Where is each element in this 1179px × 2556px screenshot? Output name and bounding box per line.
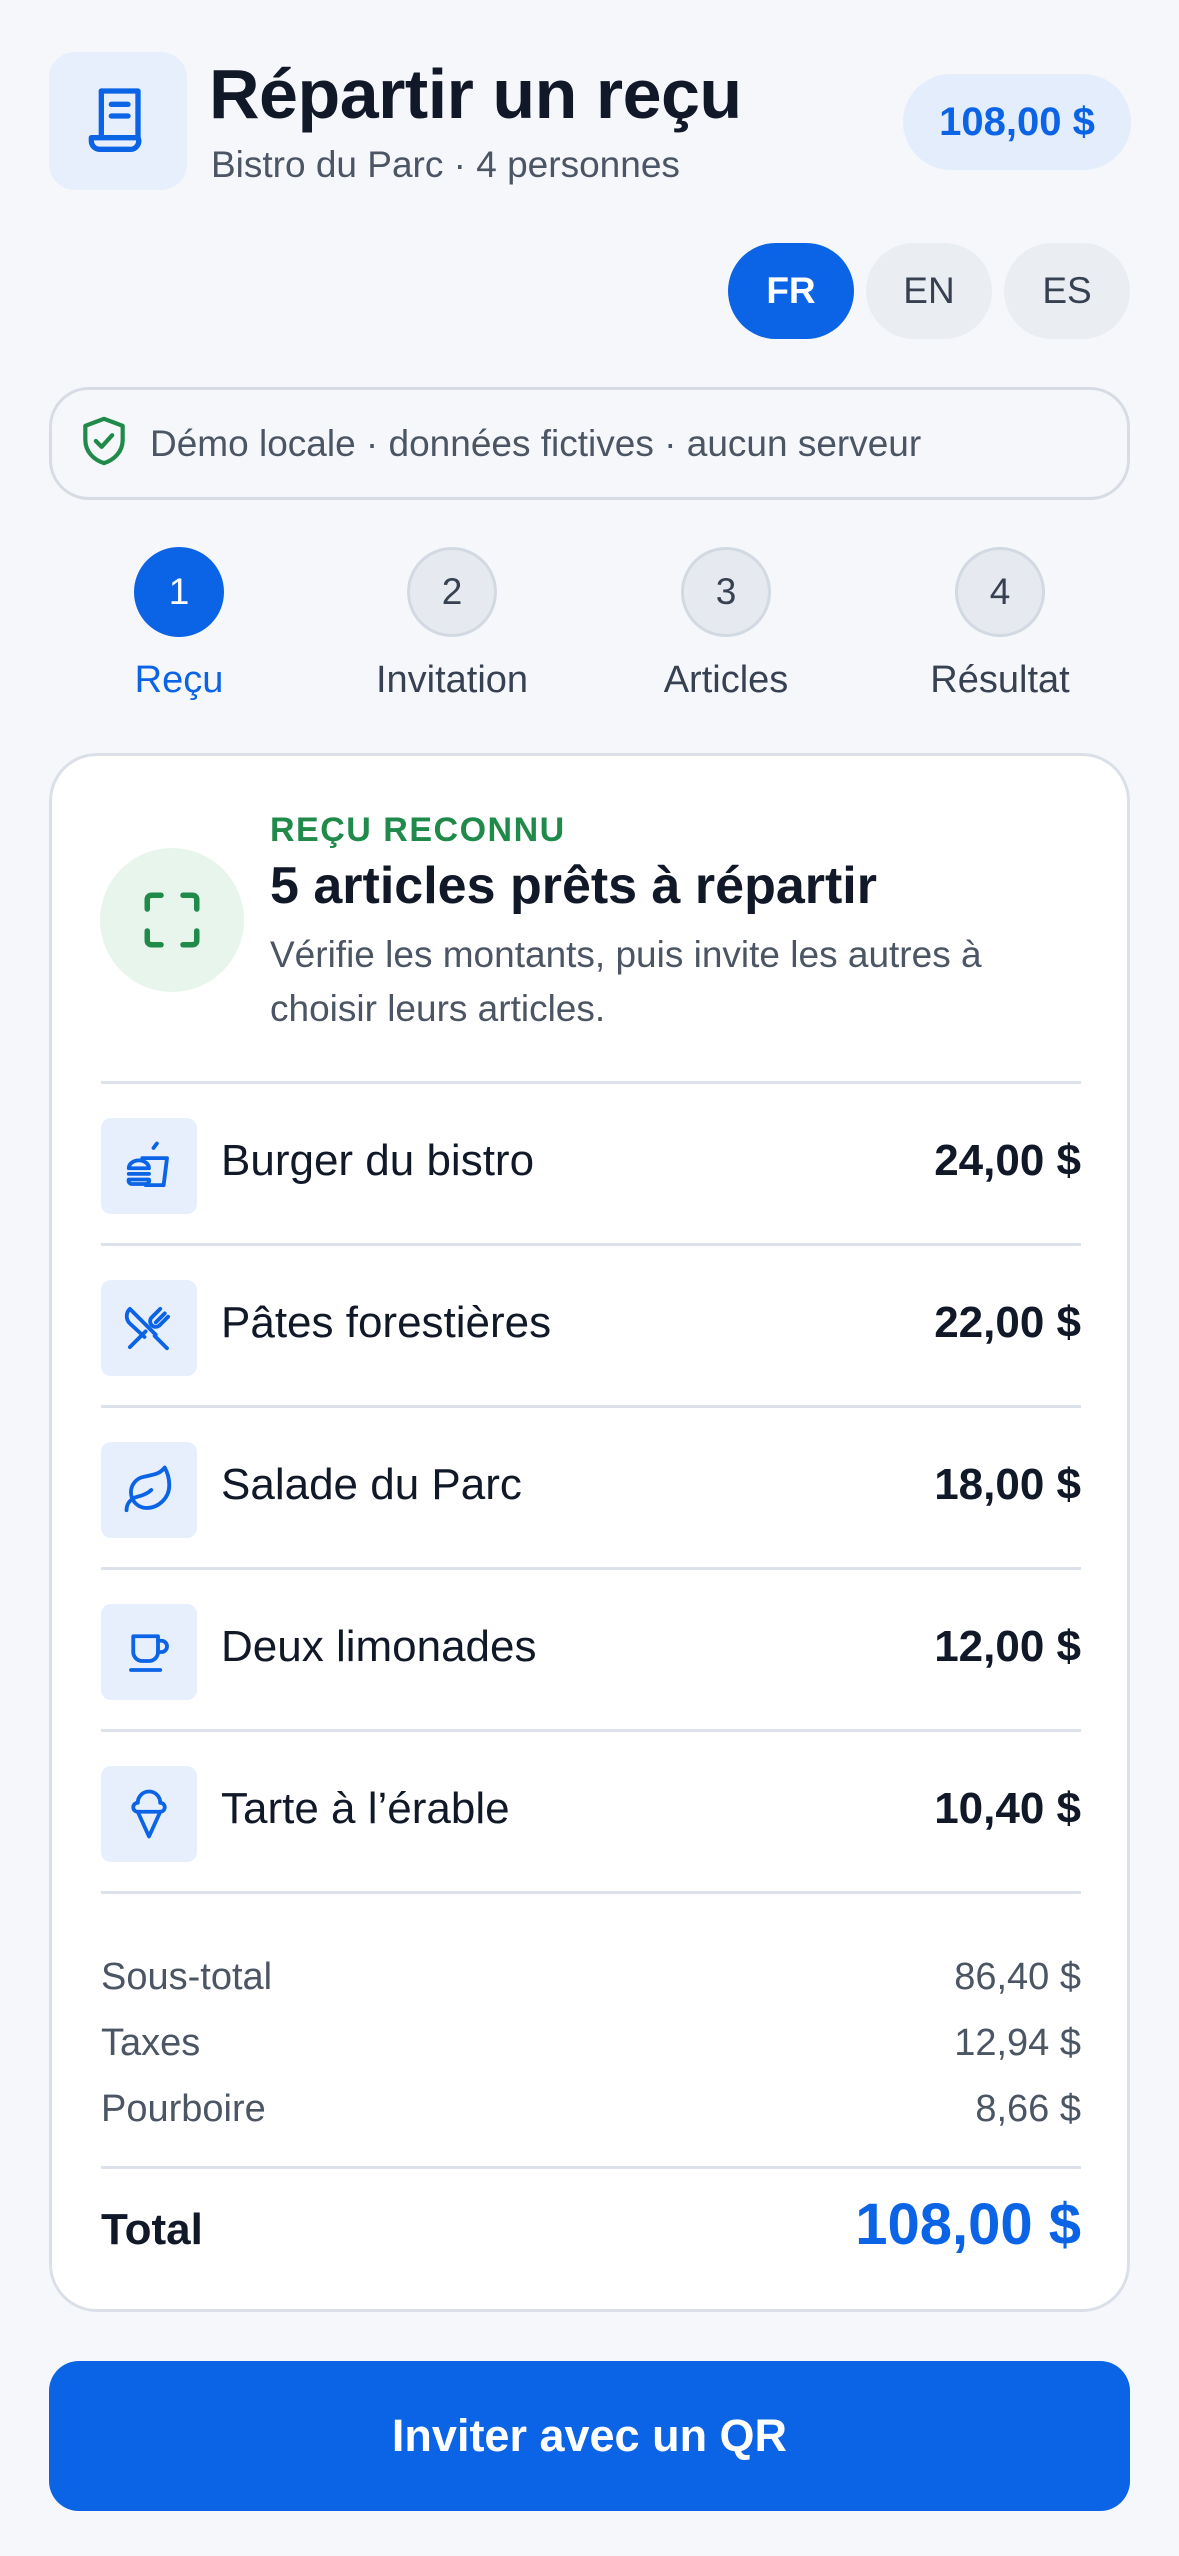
receipt-icon [49,52,187,190]
invite-qr-button[interactable]: Inviter avec un QR [49,2361,1130,2511]
burger-icon [101,1118,197,1214]
taxes-value: 12,94 $ [954,2022,1081,2064]
language-fr-button[interactable]: FR [728,243,854,339]
receipt-status-title: 5 articles prêts à répartir [270,857,877,915]
step-number: 2 [407,547,497,637]
receipt-item[interactable]: Salade du Parc 18,00 $ [101,1405,1081,1567]
total-label: Total [101,2205,203,2254]
item-price: 22,00 $ [934,1298,1081,1347]
language-es-button[interactable]: ES [1004,243,1130,339]
cup-icon [101,1604,197,1700]
receipt-status-label: REÇU RECONNU [270,811,566,849]
receipt-card: REÇU RECONNU 5 articles prêts à répartir… [49,753,1130,2312]
item-name: Salade du Parc [221,1460,522,1509]
total-badge: 108,00 $ [903,74,1131,170]
tip-label: Pourboire [101,2088,266,2130]
item-price: 18,00 $ [934,1460,1081,1509]
ice-cream-icon [101,1766,197,1862]
step-receipt[interactable]: 1 Reçu [69,547,289,702]
page-subtitle: Bistro du Parc · 4 personnes [211,144,680,185]
total-value: 108,00 $ [855,2192,1081,2257]
taxes-row: Taxes 12,94 $ [101,2022,1081,2088]
step-label: Résultat [930,659,1070,701]
shield-check-icon [76,413,132,474]
step-articles[interactable]: 3 Articles [616,547,836,702]
step-label: Reçu [134,659,224,701]
demo-banner: Démo locale · données fictives · aucun s… [49,387,1130,500]
scan-icon [100,848,244,992]
divider [101,1891,1081,1894]
language-switcher: FR EN ES [728,243,1130,339]
taxes-label: Taxes [101,2022,201,2064]
tip-row: Pourboire 8,66 $ [101,2088,1081,2154]
page-title: Répartir un reçu [209,55,742,133]
receipt-item[interactable]: Pâtes forestières 22,00 $ [101,1243,1081,1405]
demo-banner-text: Démo locale · données fictives · aucun s… [150,422,922,464]
header: Répartir un reçu Bistro du Parc · 4 pers… [49,52,1131,190]
split-receipt-screen: Répartir un reçu Bistro du Parc · 4 pers… [0,0,1179,2556]
step-number: 3 [681,547,771,637]
receipt-status-description: Vérifie les montants, puis invite les au… [270,934,982,1029]
step-result[interactable]: 4 Résultat [890,547,1110,702]
item-price: 12,00 $ [934,1622,1081,1671]
item-name: Pâtes forestières [221,1298,552,1347]
receipt-summary: Sous-total 86,40 $ Taxes 12,94 $ Pourboi… [101,1956,1081,2154]
item-name: Deux limonades [221,1622,537,1671]
item-price: 10,40 $ [934,1784,1081,1833]
step-label: Invitation [375,659,529,701]
step-number: 1 [134,547,224,637]
language-en-button[interactable]: EN [866,243,992,339]
step-number: 4 [955,547,1045,637]
receipt-item[interactable]: Burger du bistro 24,00 $ [101,1081,1081,1243]
step-invitation[interactable]: 2 Invitation [342,547,562,702]
receipt-items-list: Burger du bistro 24,00 $ Pâtes forestièr… [101,1081,1081,1894]
item-price: 24,00 $ [934,1136,1081,1185]
utensils-icon [101,1280,197,1376]
receipt-item[interactable]: Tarte à l’érable 10,40 $ [101,1729,1081,1891]
progress-steps: 1 Reçu 2 Invitation 3 Articles 4 Résulta… [49,547,1130,707]
step-label: Articles [663,659,789,701]
subtotal-row: Sous-total 86,40 $ [101,1956,1081,2022]
subtotal-label: Sous-total [101,1956,273,1998]
tip-value: 8,66 $ [975,2088,1081,2130]
leaf-icon [101,1442,197,1538]
total-row: Total 108,00 $ [101,2166,1081,2286]
subtotal-value: 86,40 $ [954,1956,1081,1998]
item-name: Tarte à l’érable [221,1784,510,1833]
receipt-item[interactable]: Deux limonades 12,00 $ [101,1567,1081,1729]
item-name: Burger du bistro [221,1136,535,1185]
